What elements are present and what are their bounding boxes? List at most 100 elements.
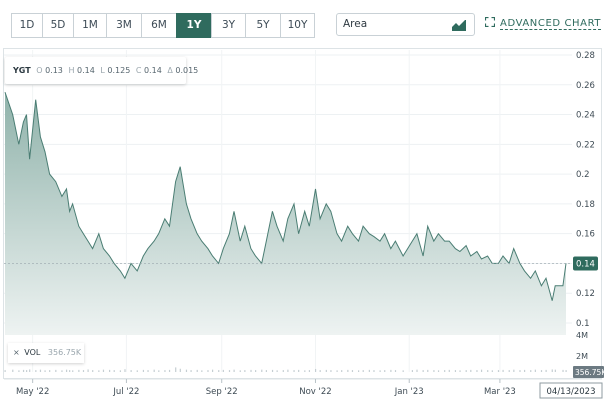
volume-bar <box>384 370 386 372</box>
time-axis: May '22 Jul '22 Sep '22 Nov '22 Jan '23 Mar '… <box>4 378 603 399</box>
volume-bar <box>416 369 418 372</box>
volume-bar <box>336 370 338 372</box>
volume-bar <box>373 370 375 372</box>
volume-bar <box>465 370 467 372</box>
volume-bar <box>433 370 435 372</box>
volume-bar <box>22 369 25 372</box>
volume-bar <box>55 369 57 372</box>
close-volume-icon[interactable]: × <box>13 348 20 357</box>
volume-bar <box>109 369 111 372</box>
volume-bar <box>347 369 349 372</box>
current-date-label: 04/13/2023 <box>547 387 596 397</box>
volume-bar <box>437 370 440 372</box>
change-value: 0.015 <box>175 66 199 75</box>
volume-bar <box>390 369 392 372</box>
volume-axis-label: 2M <box>576 352 588 361</box>
volume-bar <box>130 370 132 372</box>
volume-bar <box>65 369 68 372</box>
volume-bar <box>222 369 224 372</box>
volume-bar <box>308 370 311 372</box>
volume-bar <box>61 370 63 372</box>
last-price-tag: 0.14 <box>573 256 598 271</box>
volume-bar <box>82 370 85 372</box>
y-tick-label: 0.2 <box>576 170 590 180</box>
volume-bar <box>92 370 94 372</box>
volume-bar <box>39 369 42 372</box>
volume-bar <box>250 369 252 372</box>
volume-bar <box>29 369 31 372</box>
volume-bar <box>26 370 28 372</box>
volume-axis-label: 4M <box>576 331 588 340</box>
x-tick-label: May '22 <box>16 387 49 397</box>
volume-bar <box>218 370 220 372</box>
volume-bar <box>201 370 203 372</box>
volume-bars <box>4 367 567 372</box>
volume-bar <box>476 370 478 372</box>
current-date-tag: 04/13/2023 <box>539 382 603 399</box>
volume-last-tag: 356.75K <box>573 366 605 378</box>
x-tick-label: Nov '22 <box>299 387 331 397</box>
volume-bar <box>513 369 515 372</box>
volume-bar <box>18 370 20 372</box>
volume-bar <box>261 369 263 372</box>
volume-bar <box>179 368 181 372</box>
volume-bar <box>540 370 543 372</box>
y-tick-label: 0.12 <box>576 289 595 299</box>
volume-label: VOL <box>24 348 41 357</box>
high-label: H <box>68 66 75 75</box>
low-value: 0.125 <box>107 66 131 75</box>
volume-bar <box>325 369 327 372</box>
volume-bar <box>102 369 105 372</box>
high-value: 0.14 <box>77 66 95 75</box>
volume-bar <box>276 370 278 372</box>
volume-bar <box>551 369 553 372</box>
volume-bar <box>454 370 457 372</box>
volume-bar <box>534 369 536 372</box>
volume-bar <box>98 370 100 372</box>
y-tick-label: 0.1 <box>576 319 590 329</box>
volume-bar <box>330 370 332 372</box>
volume-bar <box>368 369 370 372</box>
x-tick-label: Jul '22 <box>112 387 139 397</box>
volume-bar <box>196 369 198 372</box>
volume-bar <box>49 370 51 372</box>
volume-bar <box>255 370 257 372</box>
volume-bar <box>491 370 493 372</box>
volume-bar <box>147 370 149 372</box>
volume-bar <box>427 369 429 372</box>
volume-bar <box>282 370 284 372</box>
volume-bar <box>4 370 6 372</box>
volume-bar <box>119 370 121 372</box>
volume-bar <box>394 370 397 372</box>
volume-bar <box>78 369 80 372</box>
volume-bar <box>411 370 414 372</box>
volume-bar <box>362 370 364 372</box>
volume-bar <box>287 369 289 372</box>
volume-bar <box>113 370 115 372</box>
volume-bar <box>185 369 188 372</box>
y-tick-label: 0.26 <box>576 81 595 91</box>
volume-bar <box>562 369 564 372</box>
volume-bar <box>444 370 446 372</box>
volume-bar <box>298 369 300 372</box>
ohlc-legend: YGT O 0.13 H 0.14 L 0.125 C 0.14 Δ 0.015 <box>5 57 198 84</box>
volume-bar <box>265 370 267 372</box>
price-axis: 0.28 0.26 0.24 0.22 0.2 0.18 0.16 0.12 0.1 0.14 4M… <box>573 51 605 378</box>
volume-bar <box>304 370 306 372</box>
y-tick-label: 0.16 <box>576 230 595 240</box>
volume-bar <box>524 369 526 372</box>
volume-bar <box>244 370 246 372</box>
volume-bar <box>124 369 126 372</box>
volume-bar <box>519 370 521 372</box>
volume-bar <box>358 370 360 372</box>
close-value: 0.14 <box>143 66 162 75</box>
open-value: 0.13 <box>45 66 63 75</box>
y-tick-label: 0.28 <box>576 51 595 61</box>
y-tick-label: 0.24 <box>576 111 595 121</box>
volume-bar <box>530 370 532 372</box>
volume-bar <box>470 369 472 372</box>
volume-bar <box>239 370 241 372</box>
x-tick-label: Jan '23 <box>394 387 424 397</box>
volume-bar <box>12 369 14 372</box>
volume-bar <box>207 370 209 372</box>
